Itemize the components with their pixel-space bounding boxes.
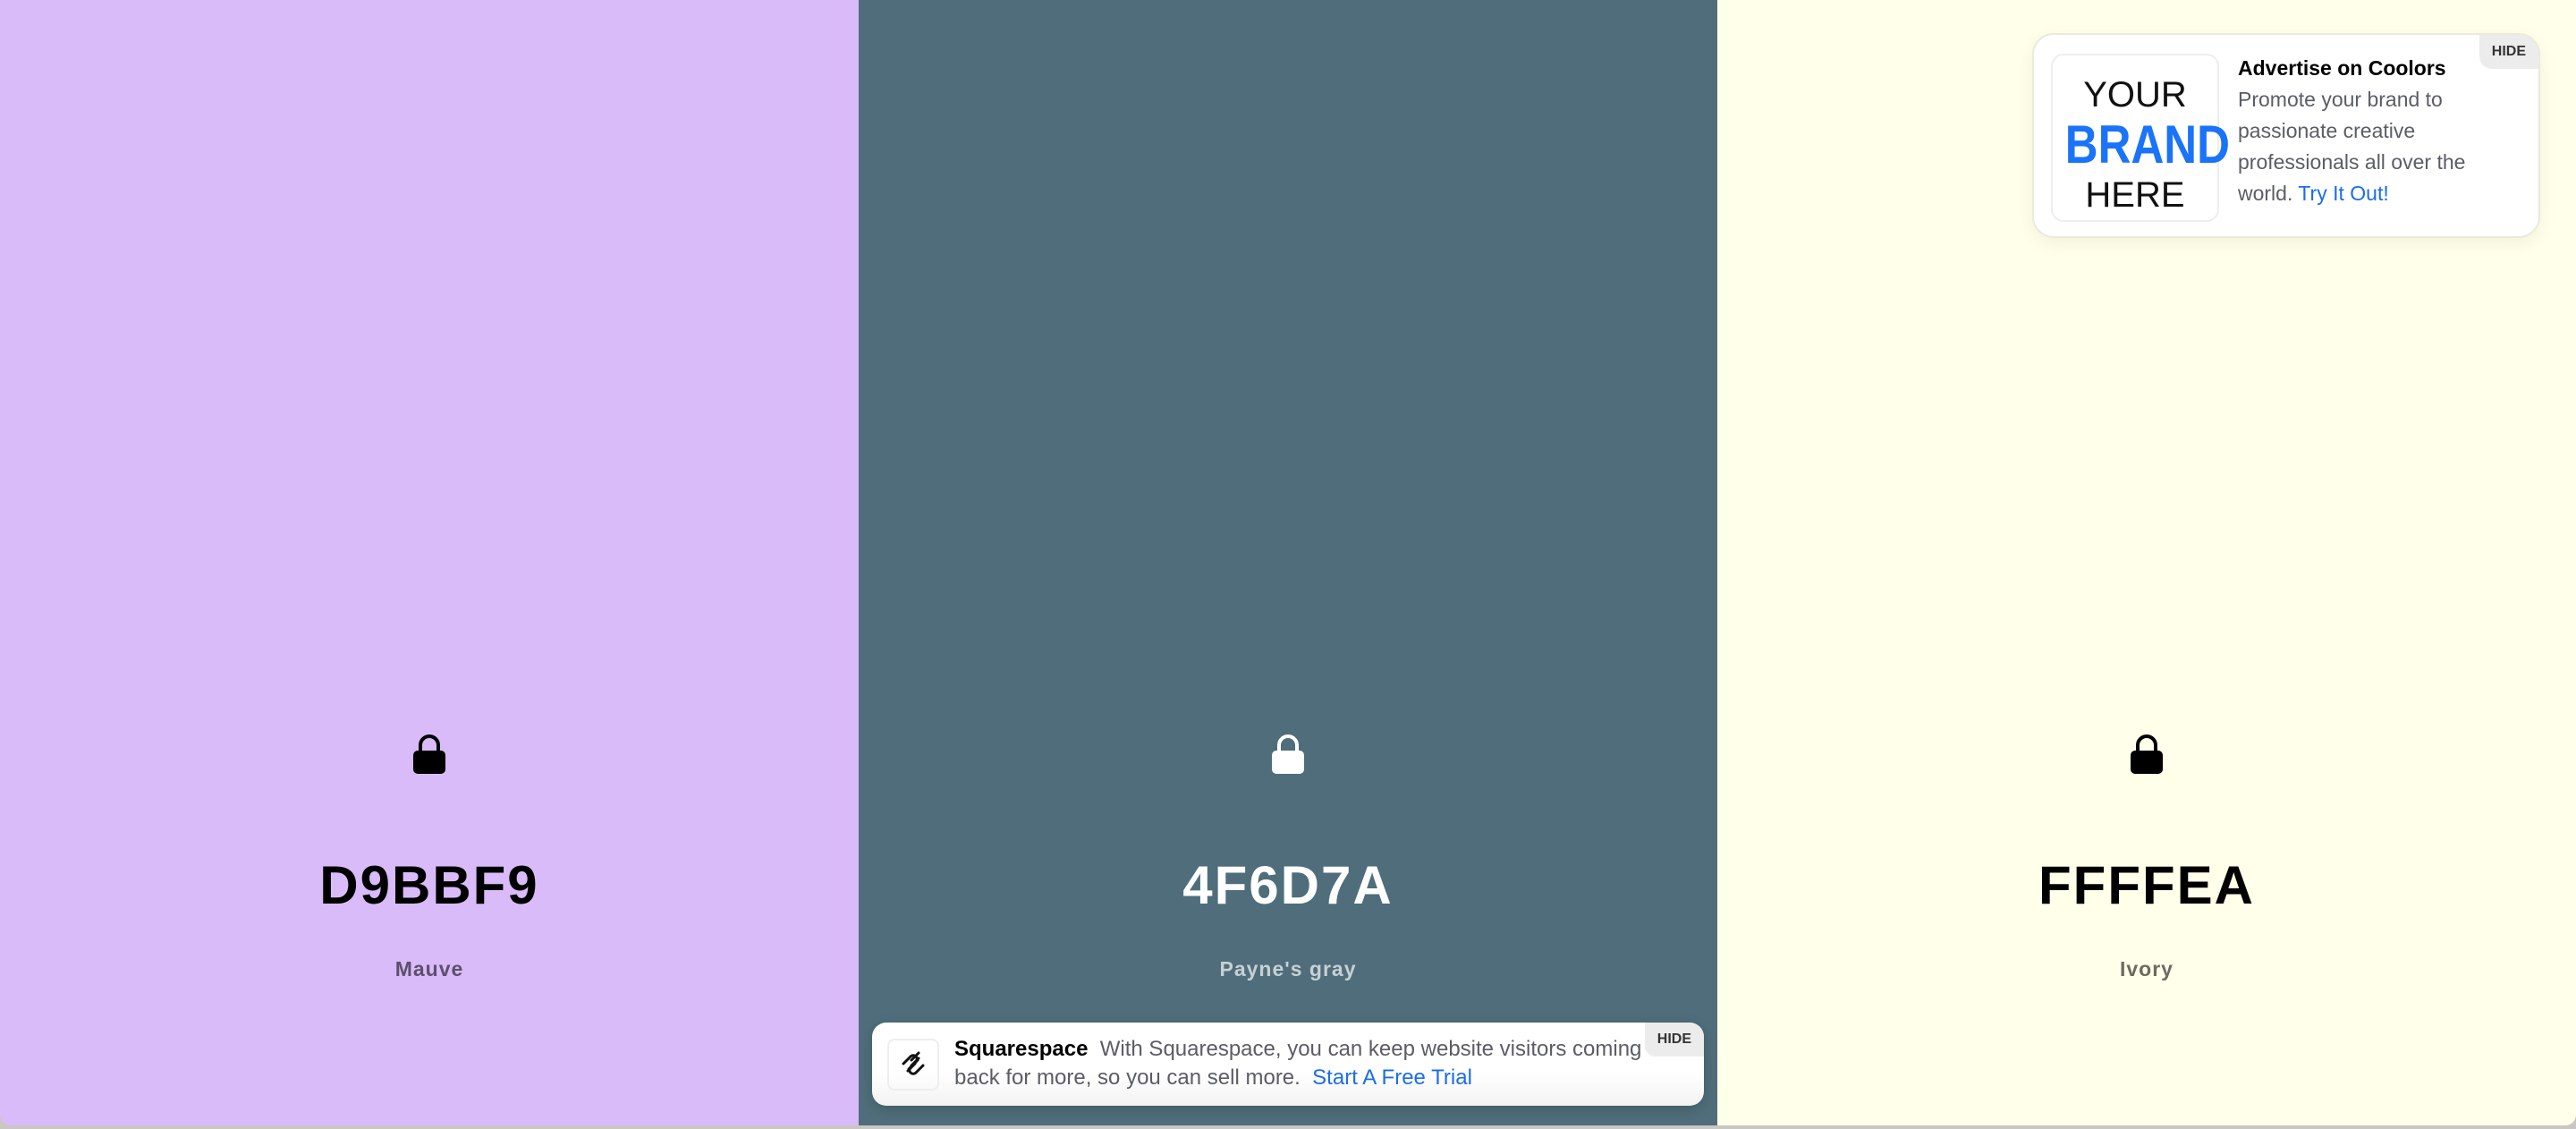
start-free-trial-link[interactable]: Start A Free Trial — [1312, 1065, 1472, 1090]
color-column[interactable]: 4F6D7A Payne's gray — [859, 0, 1717, 1125]
advertise-card: YOUR BRAND HERE Advertise on Coolors Pro… — [2032, 33, 2540, 238]
lock-icon[interactable] — [2129, 734, 2165, 775]
sponsor-name: Squarespace — [954, 1037, 1089, 1061]
brand-text-mid: BRAND — [2064, 115, 2230, 174]
try-it-out-link[interactable]: Try It Out! — [2298, 182, 2388, 205]
brand-placeholder-image[interactable]: YOUR BRAND HERE — [2051, 54, 2230, 222]
hex-code[interactable]: 4F6D7A — [859, 854, 1717, 916]
squarespace-logo-icon — [887, 1039, 939, 1091]
lock-icon[interactable] — [411, 734, 447, 775]
hex-code[interactable]: FFFFEA — [1717, 854, 2576, 916]
brand-text-top: YOUR — [2083, 75, 2187, 115]
sponsor-banner: Squarespace With Squarespace, you can ke… — [872, 1023, 1704, 1106]
hide-ad-button[interactable]: HIDE — [2479, 35, 2538, 69]
brand-text-bottom: HERE — [2085, 175, 2185, 215]
color-name[interactable]: Ivory — [1717, 957, 2576, 981]
color-name[interactable]: Payne's gray — [859, 957, 1717, 981]
lock-icon[interactable] — [1270, 734, 1306, 775]
color-column[interactable]: D9BBF9 Mauve — [0, 0, 859, 1125]
hex-code[interactable]: D9BBF9 — [0, 854, 859, 916]
color-name[interactable]: Mauve — [0, 957, 859, 981]
hide-sponsor-button[interactable]: HIDE — [1644, 1023, 1704, 1057]
